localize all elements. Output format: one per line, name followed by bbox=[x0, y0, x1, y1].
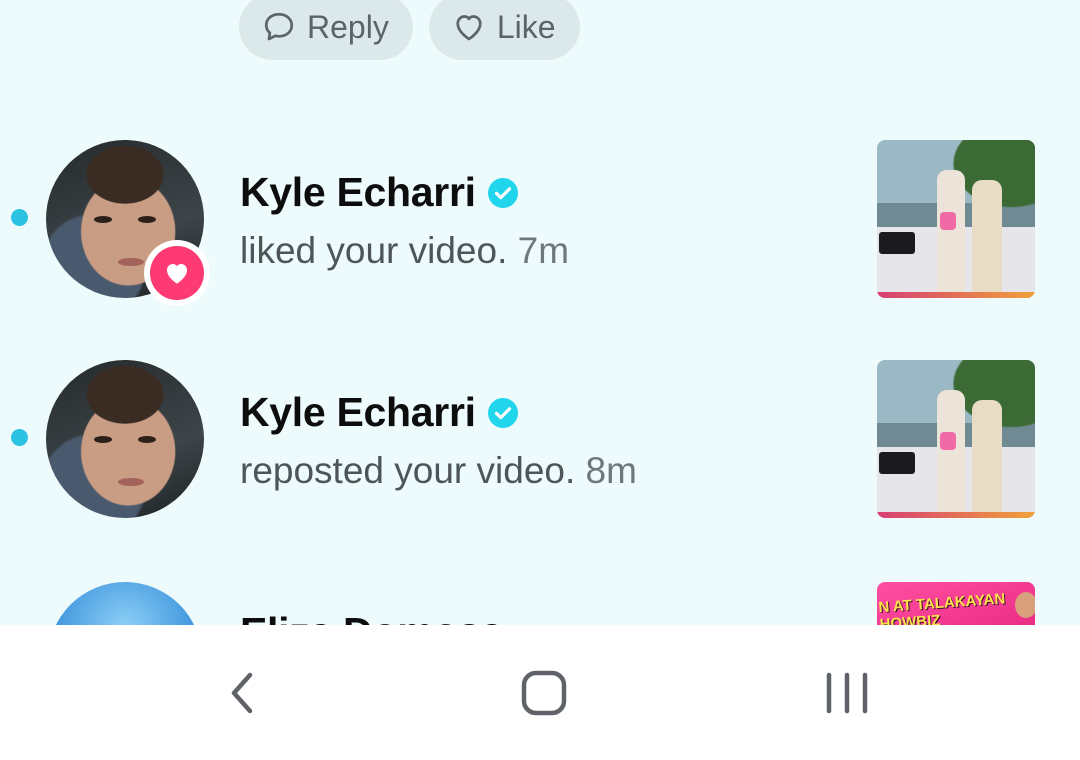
unread-dot bbox=[11, 209, 28, 226]
chevron-left-icon bbox=[231, 672, 253, 714]
notification-text: liked your video. 7m bbox=[240, 230, 569, 272]
avatar-eye bbox=[138, 436, 156, 443]
avatar-mouth bbox=[118, 478, 144, 486]
like-button[interactable]: Like bbox=[428, 0, 580, 60]
avatar-eye bbox=[138, 216, 156, 223]
notifications-screen: Reply Like Kyle Echarri liked your video… bbox=[0, 0, 1080, 760]
thumb-face bbox=[1015, 592, 1035, 618]
like-badge bbox=[144, 240, 210, 306]
system-nav-bar bbox=[0, 625, 1080, 760]
verified-badge-icon bbox=[487, 397, 518, 428]
avatar-eye bbox=[94, 436, 112, 443]
thumb-figure bbox=[972, 400, 1002, 515]
thumb-figure bbox=[937, 390, 965, 515]
rounded-square-icon bbox=[521, 670, 567, 716]
thumb-bag bbox=[940, 212, 956, 230]
thumb-figure bbox=[937, 170, 965, 295]
heart-icon bbox=[167, 264, 187, 284]
speech-bubble-icon bbox=[264, 12, 294, 41]
back-button[interactable] bbox=[210, 665, 274, 721]
avatar[interactable] bbox=[46, 360, 204, 518]
notification-item[interactable]: Kyle Echarri reposted your video. 8m bbox=[0, 354, 1080, 524]
video-thumbnail[interactable] bbox=[877, 140, 1035, 298]
username[interactable]: Kyle Echarri bbox=[240, 169, 476, 216]
thumb-figure bbox=[972, 180, 1002, 295]
avatar-eye bbox=[94, 216, 112, 223]
unread-dot bbox=[11, 429, 28, 446]
thumb-stripe bbox=[877, 292, 1035, 298]
thumb-bag bbox=[940, 432, 956, 450]
notification-item[interactable]: Kyle Echarri liked your video. 7m bbox=[0, 134, 1080, 306]
reply-button[interactable]: Reply bbox=[239, 0, 413, 60]
home-button[interactable] bbox=[512, 665, 576, 721]
thumb-speaker bbox=[879, 232, 915, 254]
thumb-stripe bbox=[877, 512, 1035, 518]
reply-label: Reply bbox=[307, 8, 389, 45]
verified-badge-icon bbox=[487, 177, 518, 208]
comment-actions: Reply Like bbox=[239, 0, 580, 60]
thumb-speaker bbox=[879, 452, 915, 474]
action-text: liked your video. bbox=[240, 230, 508, 271]
avatar-mouth bbox=[118, 258, 144, 266]
username[interactable]: Kyle Echarri bbox=[240, 389, 476, 436]
timestamp: 8m bbox=[585, 450, 637, 491]
recents-button[interactable] bbox=[815, 665, 879, 721]
three-bars-icon bbox=[826, 672, 868, 714]
video-thumbnail[interactable] bbox=[877, 360, 1035, 518]
like-label: Like bbox=[496, 8, 556, 45]
notification-text: reposted your video. 8m bbox=[240, 450, 637, 492]
timestamp: 7m bbox=[517, 230, 570, 271]
action-text: reposted your video. bbox=[240, 450, 576, 491]
heart-outline-icon bbox=[456, 15, 482, 41]
